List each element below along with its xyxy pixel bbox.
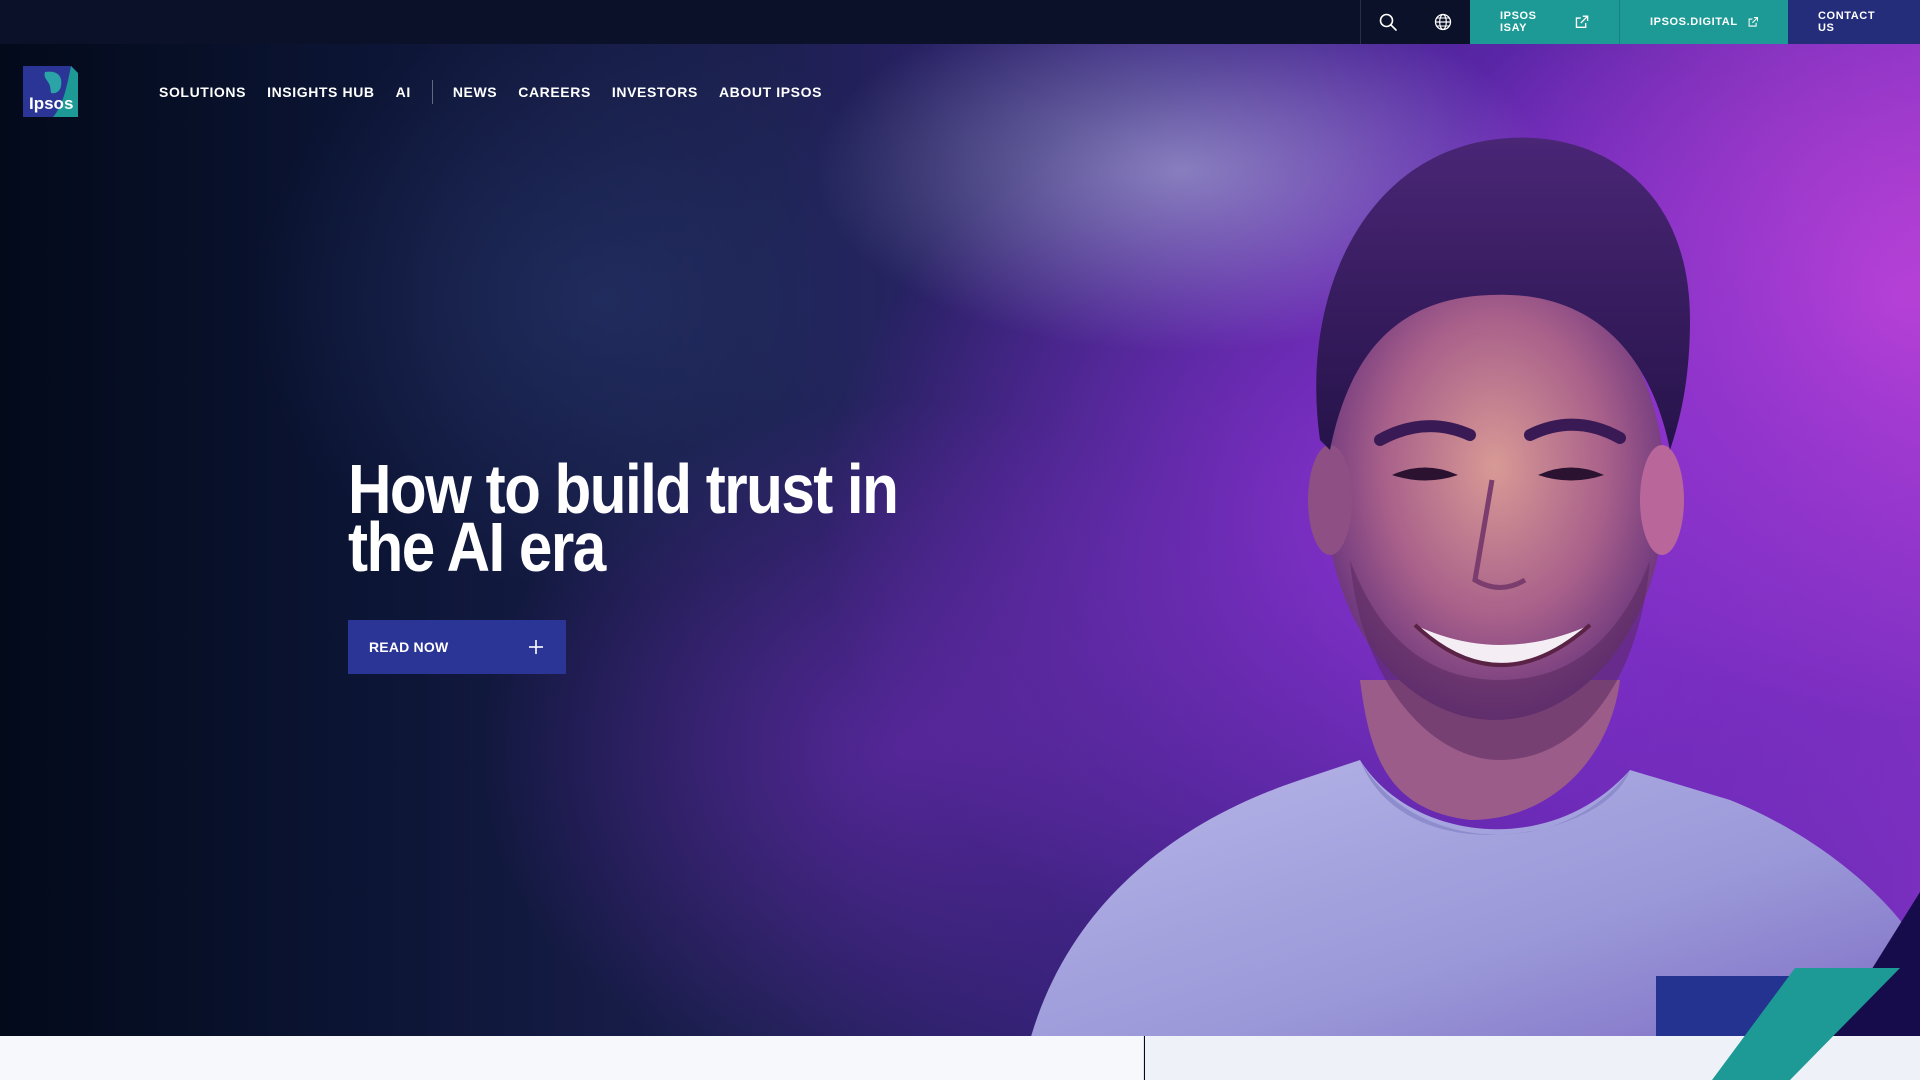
external-link-icon [1576,15,1589,29]
ipsos-isay-label: IPSOS ISAY [1500,10,1537,34]
contact-us-label: CONTACT US [1818,10,1876,34]
content-strip-left [0,1036,1144,1080]
logo-text: Ipsos [29,94,73,113]
contact-us-button[interactable]: CONTACT US [1788,0,1920,44]
language-button[interactable] [1415,0,1470,44]
external-link-icon [1748,17,1758,27]
nav-item-careers[interactable]: CAREERS [518,84,591,100]
nav-item-about-ipsos[interactable]: ABOUT IPSOS [719,84,822,100]
decorative-corner-shapes [1656,892,1920,1080]
ipsos-digital-link[interactable]: IPSOS.DIGITAL [1619,0,1788,44]
ipsos-logo-mark: Ipsos [23,66,78,117]
nav-divider [431,80,433,104]
main-nav: SOLUTIONS INSIGHTS HUB AI NEWS CAREERS I… [159,80,843,104]
ipsos-logo[interactable]: Ipsos [23,66,78,117]
nav-item-solutions[interactable]: SOLUTIONS [159,84,246,100]
ipsos-digital-label: IPSOS.DIGITAL [1650,16,1738,28]
search-button[interactable] [1360,0,1415,44]
hero-headline-line-2: the AI era [348,508,606,586]
globe-icon [1434,13,1451,31]
utility-bar: IPSOS ISAY IPSOS.DIGITAL CONTACT US [0,0,1920,44]
nav-item-news[interactable]: NEWS [453,84,497,100]
hero-background [0,0,1920,1036]
read-now-button[interactable]: READ NOW [348,620,566,674]
plus-icon [529,640,543,654]
ipsos-isay-link[interactable]: IPSOS ISAY [1470,0,1619,44]
nav-item-insights-hub[interactable]: INSIGHTS HUB [267,84,375,100]
read-now-label: READ NOW [369,639,449,655]
nav-item-investors[interactable]: INVESTORS [612,84,698,100]
search-icon [1379,13,1397,31]
nav-item-ai[interactable]: AI [396,84,411,100]
hero-headline: How to build trust in the AI era [348,454,899,582]
